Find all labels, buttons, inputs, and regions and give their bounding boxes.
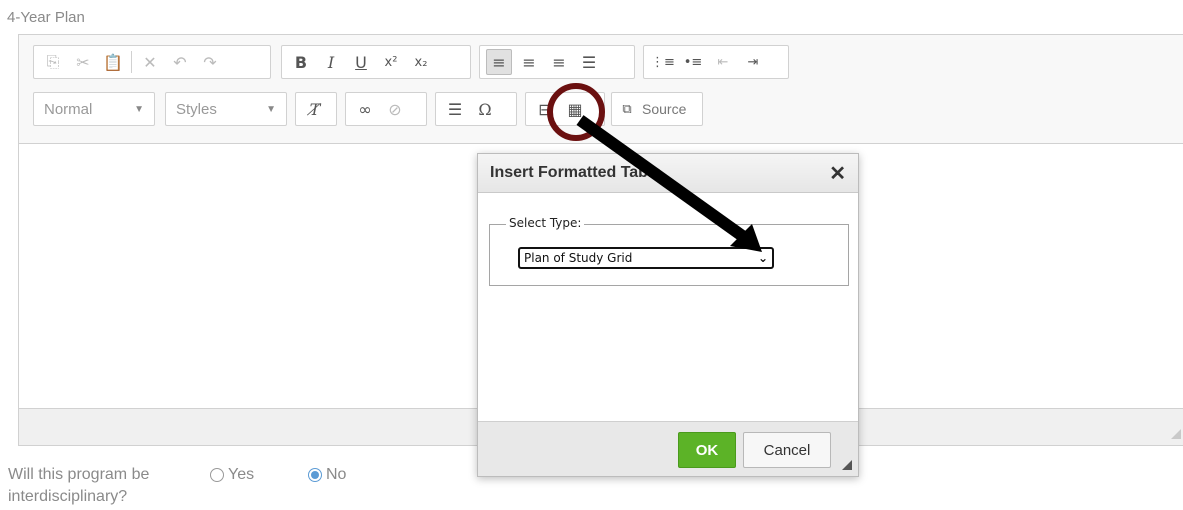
superscript-icon[interactable]: x² — [378, 49, 404, 75]
dialog-footer: OK Cancel — [478, 421, 858, 476]
radio-yes[interactable]: Yes — [210, 466, 254, 484]
field-label-4-year-plan: 4-Year Plan — [7, 9, 85, 26]
radio-button-icon[interactable] — [210, 468, 224, 482]
dialog-title-bar[interactable]: Insert Formatted Table ✕ — [478, 154, 858, 193]
ok-button[interactable]: OK — [678, 432, 736, 468]
list-indent-group: ⋮≡ •≡ ⇤ ⇥ — [643, 45, 789, 79]
select-type-legend: Select Type: — [506, 216, 585, 230]
justify-icon[interactable]: ☰ — [576, 49, 602, 75]
clear-format-group: T̸ — [295, 92, 337, 126]
align-center-icon[interactable]: ≡ — [516, 49, 542, 75]
insert-group: ☰ Ω — [435, 92, 517, 126]
source-group: ⧉ Source — [611, 92, 703, 126]
source-icon[interactable]: ⧉ — [618, 96, 636, 122]
horizontal-rule-icon[interactable]: ☰ — [442, 96, 468, 122]
template-icon[interactable]: ⊟ — [532, 96, 558, 122]
indent-icon[interactable]: ⇥ — [740, 49, 766, 75]
align-left-icon[interactable]: ≡ — [486, 49, 512, 75]
chevron-down-icon: ⌄ — [757, 251, 768, 265]
copy-icon[interactable]: ⎘ — [40, 49, 66, 75]
toolbar-separator — [131, 51, 132, 73]
link-icon[interactable]: ∞ — [352, 96, 378, 122]
dialog-title: Insert Formatted Table — [490, 164, 662, 181]
cut-icon[interactable]: ✂ — [70, 49, 96, 75]
remove-format-icon[interactable]: ✕ — [137, 49, 163, 75]
editor-toolbar: ⎘ ✂ 📋 ✕ ↶ ↷ B I U x² x₂ ≡ ≡ ≡ ☰ ⋮≡ •≡ ⇤ … — [19, 35, 1183, 144]
radio-no[interactable]: No — [308, 466, 346, 484]
table-type-select-value: Plan of Study Grid — [524, 251, 633, 265]
clipboard-history-group: ⎘ ✂ 📋 ✕ ↶ ↷ — [33, 45, 271, 79]
resize-handle-icon[interactable] — [1171, 429, 1181, 439]
numbered-list-icon[interactable]: ⋮≡ — [650, 49, 676, 75]
clear-formatting-icon[interactable]: T̸ — [302, 96, 328, 122]
chevron-down-icon: ▼ — [266, 103, 276, 115]
table-type-select[interactable]: Plan of Study Grid ⌄ — [518, 247, 774, 269]
close-icon[interactable]: ✕ — [829, 161, 846, 186]
radio-no-label: No — [326, 466, 347, 483]
radio-button-checked-icon[interactable] — [308, 468, 322, 482]
paste-icon[interactable]: 📋 — [100, 49, 126, 75]
text-style-group: B I U x² x₂ — [281, 45, 471, 79]
chevron-down-icon: ▼ — [134, 103, 144, 115]
subscript-icon[interactable]: x₂ — [408, 49, 434, 75]
redo-icon[interactable]: ↷ — [197, 49, 223, 75]
insert-table-icon[interactable]: ▦ — [562, 96, 588, 122]
underline-icon[interactable]: U — [348, 49, 374, 75]
italic-icon[interactable]: I — [318, 49, 344, 75]
bold-icon[interactable]: B — [288, 49, 314, 75]
format-combo-value: Normal — [44, 100, 93, 118]
insert-formatted-table-dialog: Insert Formatted Table ✕ Select Type: Pl… — [477, 153, 859, 477]
format-combo[interactable]: Normal ▼ — [33, 92, 155, 126]
undo-icon[interactable]: ↶ — [167, 49, 193, 75]
bulleted-list-icon[interactable]: •≡ — [680, 49, 706, 75]
cancel-button[interactable]: Cancel — [743, 432, 831, 468]
styles-combo-value: Styles — [176, 100, 217, 118]
interdisciplinary-question: Will this program be interdisciplinary? — [8, 466, 150, 505]
radio-yes-label: Yes — [228, 466, 255, 483]
source-button-label[interactable]: Source — [642, 101, 686, 117]
alignment-group: ≡ ≡ ≡ ☰ — [479, 45, 635, 79]
unlink-icon[interactable]: ⊘ — [382, 96, 408, 122]
table-group: ⊟ ▦ — [525, 92, 605, 126]
special-character-icon[interactable]: Ω — [472, 96, 498, 122]
dialog-resize-handle-icon[interactable] — [842, 460, 852, 470]
styles-combo[interactable]: Styles ▼ — [165, 92, 287, 126]
link-group: ∞ ⊘ — [345, 92, 427, 126]
align-right-icon[interactable]: ≡ — [546, 49, 572, 75]
outdent-icon[interactable]: ⇤ — [710, 49, 736, 75]
